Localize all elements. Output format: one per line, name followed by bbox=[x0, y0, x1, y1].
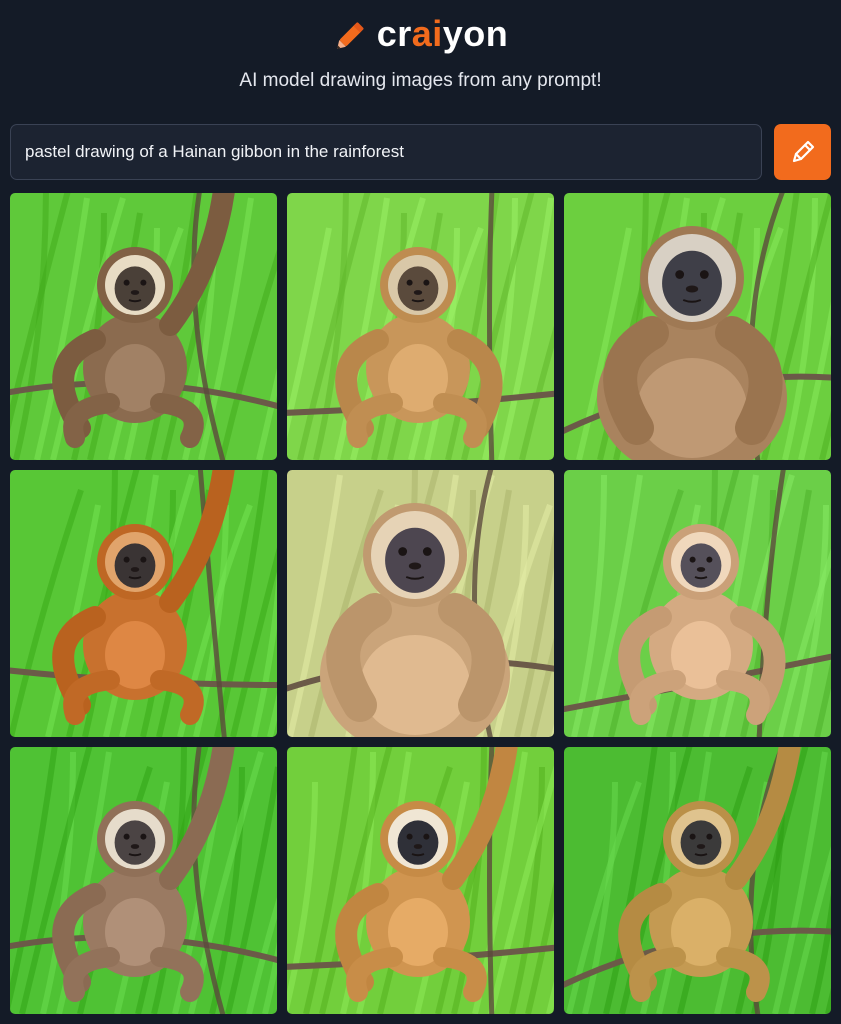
pencil-logo-icon bbox=[336, 22, 364, 49]
gibbon-illustration bbox=[287, 193, 554, 460]
result-image-8[interactable] bbox=[287, 747, 554, 1014]
pencil-icon bbox=[792, 140, 814, 163]
draw-button[interactable] bbox=[774, 124, 831, 180]
logo-accent: ai bbox=[411, 13, 443, 54]
tagline: AI model drawing images from any prompt! bbox=[239, 70, 602, 91]
logo-wordmark: craiyon bbox=[377, 12, 509, 56]
gibbon-illustration bbox=[10, 470, 277, 737]
gibbon-illustration bbox=[564, 470, 831, 737]
logo-suffix: yon bbox=[442, 13, 509, 54]
result-image-4[interactable] bbox=[10, 470, 277, 737]
gibbon-illustration bbox=[287, 470, 554, 737]
gibbon-illustration bbox=[10, 193, 277, 460]
craiyon-page: craiyon AI model drawing images from any… bbox=[0, 0, 841, 1024]
result-image-9[interactable] bbox=[564, 747, 831, 1014]
gibbon-illustration bbox=[10, 747, 277, 1014]
craiyon-logo[interactable]: craiyon bbox=[0, 12, 841, 56]
result-image-5[interactable] bbox=[287, 470, 554, 737]
prompt-input[interactable] bbox=[10, 124, 762, 180]
result-image-2[interactable] bbox=[287, 193, 554, 460]
gibbon-illustration bbox=[287, 747, 554, 1014]
logo-prefix: cr bbox=[376, 13, 412, 54]
gibbon-illustration bbox=[564, 193, 831, 460]
result-image-7[interactable] bbox=[10, 747, 277, 1014]
result-image-6[interactable] bbox=[564, 470, 831, 737]
result-image-3[interactable] bbox=[564, 193, 831, 460]
gibbon-illustration bbox=[564, 747, 831, 1014]
image-results-grid bbox=[10, 193, 831, 1014]
result-image-1[interactable] bbox=[10, 193, 277, 460]
